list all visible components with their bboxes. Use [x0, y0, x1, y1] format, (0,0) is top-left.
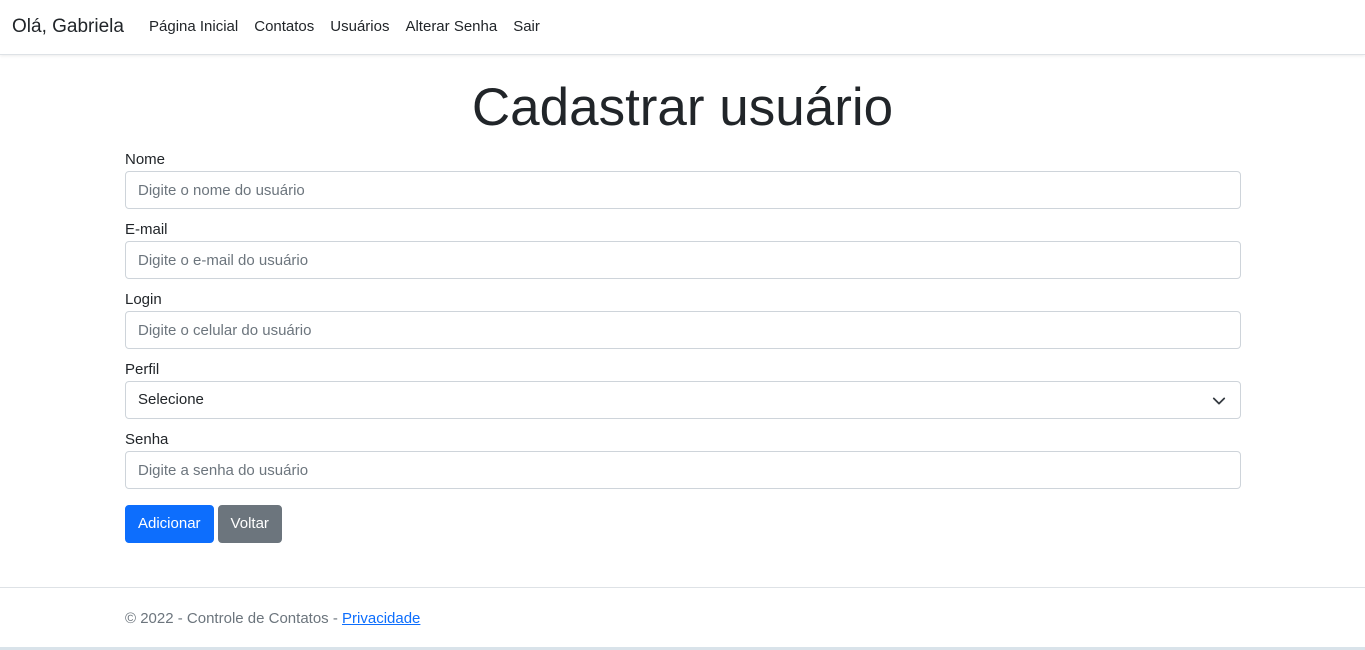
add-button[interactable]: Adicionar — [125, 505, 214, 543]
senha-input[interactable] — [125, 451, 1241, 489]
perfil-field-group: Perfil Selecione — [125, 360, 1241, 430]
login-label: Login — [125, 291, 162, 308]
login-input[interactable] — [125, 311, 1241, 349]
nav-link-sair[interactable]: Sair — [513, 17, 540, 37]
nav-link-contatos[interactable]: Contatos — [254, 17, 314, 37]
page-footer: © 2022 - Controle de Contatos - Privacid… — [0, 587, 1365, 650]
senha-field-group: Senha — [125, 430, 1241, 500]
senha-label: Senha — [125, 431, 169, 448]
navbar-brand[interactable]: Olá, Gabriela — [12, 15, 124, 39]
form-buttons: Adicionar Voltar — [125, 505, 282, 543]
email-field-group: E-mail — [125, 220, 1241, 290]
footer-text: © 2022 - Controle de Contatos - Privacid… — [125, 609, 420, 629]
nav-link-pagina-inicial[interactable]: Página Inicial — [149, 17, 238, 37]
page-title: Cadastrar usuário — [471, 78, 894, 137]
nome-field-group: Nome — [125, 150, 1241, 220]
nome-input[interactable] — [125, 171, 1241, 209]
perfil-select[interactable]: Selecione — [125, 381, 1241, 419]
nav-links: Página Inicial Contatos Usuários Alterar… — [149, 17, 556, 37]
back-button[interactable]: Voltar — [217, 505, 282, 543]
chevron-down-icon — [1212, 397, 1226, 405]
email-input[interactable] — [125, 241, 1241, 279]
footer-copyright: © 2022 - Controle de Contatos - — [125, 610, 343, 627]
login-field-group: Login — [125, 290, 1241, 360]
top-navbar: Olá, Gabriela Página Inicial Contatos Us… — [0, 0, 1365, 55]
privacy-link[interactable]: Privacidade — [342, 610, 420, 627]
user-form: Nome E-mail Login Perfil Selecione Senha… — [125, 150, 1241, 543]
perfil-selected-value: Selecione — [138, 391, 204, 408]
perfil-label: Perfil — [125, 361, 160, 378]
nav-link-usuarios[interactable]: Usuários — [330, 17, 389, 37]
email-label: E-mail — [125, 221, 168, 238]
nome-label: Nome — [125, 151, 166, 168]
nav-link-alterar-senha[interactable]: Alterar Senha — [405, 17, 497, 37]
